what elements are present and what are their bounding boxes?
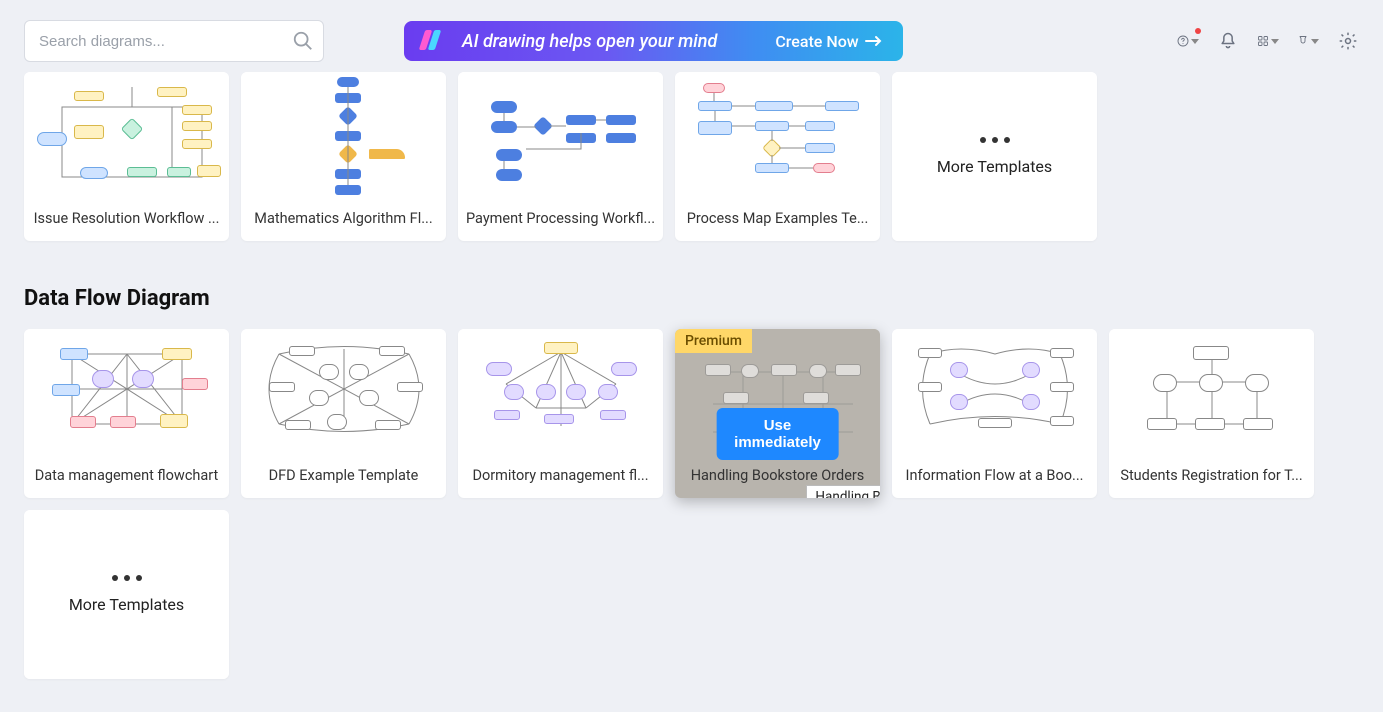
template-thumb [1109, 329, 1314, 453]
template-label: Issue Resolution Workflow ... [24, 196, 229, 241]
template-thumb [241, 329, 446, 453]
template-label: Dormitory management fl... [458, 453, 663, 498]
template-label: Information Flow at a Boo... [892, 453, 1097, 498]
more-templates-label: More Templates [69, 595, 184, 614]
search-input[interactable] [24, 20, 324, 62]
notification-dot [1195, 28, 1201, 34]
bell-icon[interactable] [1217, 30, 1239, 52]
section-title: Data Flow Diagram [24, 286, 1359, 311]
section2-grid: Data management flowchart [24, 329, 1359, 679]
template-label: Process Map Examples Te... [675, 196, 880, 241]
template-thumb [892, 329, 1097, 453]
search-wrap [24, 20, 324, 62]
template-thumb [458, 72, 663, 196]
topbar-icons [1177, 30, 1359, 52]
more-thumb: More Templates [892, 72, 1097, 241]
template-label: DFD Example Template [241, 453, 446, 498]
ai-logo-icon [422, 30, 444, 52]
help-icon[interactable] [1177, 30, 1199, 52]
more-templates-label: More Templates [937, 157, 1052, 176]
template-thumb [24, 72, 229, 196]
template-card[interactable]: Data management flowchart [24, 329, 229, 498]
apps-icon[interactable] [1257, 30, 1279, 52]
template-card[interactable]: Mathematics Algorithm Fl... [241, 72, 446, 241]
search-icon[interactable] [292, 30, 314, 52]
row1-grid: Issue Resolution Workflow ... Mathematic… [24, 72, 1359, 241]
template-label: Data management flowchart [24, 453, 229, 498]
more-dots-icon [980, 137, 1010, 143]
template-card[interactable]: Information Flow at a Boo... [892, 329, 1097, 498]
ai-banner[interactable]: AI drawing helps open your mind Create N… [404, 21, 903, 61]
theme-icon[interactable] [1297, 30, 1319, 52]
template-card[interactable]: Process Map Examples Te... [675, 72, 880, 241]
more-thumb: More Templates [24, 510, 229, 679]
template-card[interactable]: DFD Example Template [241, 329, 446, 498]
template-card[interactable]: Issue Resolution Workflow ... [24, 72, 229, 241]
premium-badge: Premium [675, 329, 752, 353]
topbar: AI drawing helps open your mind Create N… [0, 0, 1383, 72]
template-thumb [241, 72, 446, 196]
create-now-button[interactable]: Create Now [775, 32, 882, 51]
template-card[interactable]: Payment Processing Workfl... [458, 72, 663, 241]
arrow-right-icon [865, 35, 883, 47]
tooltip: Handling Bookstore Orders [806, 485, 880, 498]
banner-text: AI drawing helps open your mind [462, 31, 717, 52]
create-now-label: Create Now [775, 32, 858, 51]
more-templates-card[interactable]: More Templates [892, 72, 1097, 241]
template-thumb [24, 329, 229, 453]
template-label: Students Registration for T... [1109, 453, 1314, 498]
template-thumb [675, 72, 880, 196]
template-label: Mathematics Algorithm Fl... [241, 196, 446, 241]
template-card[interactable]: Dormitory management fl... [458, 329, 663, 498]
more-templates-card[interactable]: More Templates [24, 510, 229, 679]
content: Issue Resolution Workflow ... Mathematic… [0, 72, 1383, 709]
template-card-hovered[interactable]: Premium Use immediately [675, 329, 880, 498]
more-dots-icon [112, 575, 142, 581]
template-card[interactable]: Students Registration for T... [1109, 329, 1314, 498]
template-label: Payment Processing Workfl... [458, 196, 663, 241]
gear-icon[interactable] [1337, 30, 1359, 52]
template-thumb [458, 329, 663, 453]
use-immediately-button[interactable]: Use immediately [716, 408, 839, 460]
